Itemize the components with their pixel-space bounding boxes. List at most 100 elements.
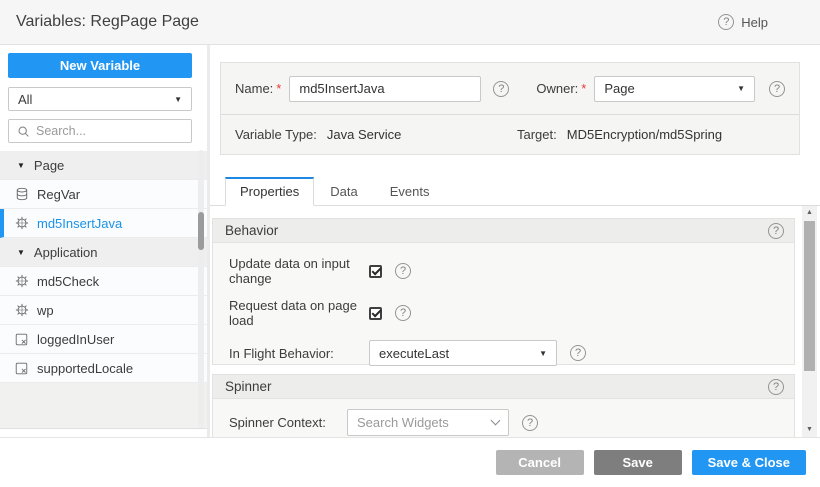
collapse-triangle-icon: ▼ — [17, 161, 25, 170]
sidebar-scrollbar-thumb[interactable] — [198, 212, 204, 250]
variable-detail-panel: Name: * ? Owner: * Page ▼ ? Variable Typ… — [210, 45, 820, 437]
name-label: Name: — [235, 81, 273, 96]
tree-group-application[interactable]: ▼ Application — [0, 238, 207, 267]
search-input[interactable] — [36, 124, 183, 138]
tab-events[interactable]: Events — [374, 178, 446, 205]
caret-down-icon: ▼ — [539, 349, 547, 358]
tree-item-label: RegVar — [37, 187, 80, 202]
target-value: MD5Encryption/md5Spring — [567, 127, 722, 142]
tree-group-label: Application — [34, 245, 98, 260]
behavior-section-body: Update data on input change ? Request da… — [212, 243, 795, 365]
request-on-load-help-icon[interactable]: ? — [395, 305, 411, 321]
variables-dialog: Variables: RegPage Page ? Help New Varia… — [0, 0, 820, 487]
in-flight-behavior-select[interactable]: executeLast ▼ — [369, 340, 557, 366]
tree-filler — [0, 383, 207, 429]
dialog-body: New Variable All ▼ ▼ Page — [0, 45, 820, 437]
caret-down-icon: ▼ — [174, 95, 182, 104]
java-service-variable-icon — [14, 274, 29, 288]
owner-value: Page — [604, 81, 634, 96]
spinner-context-row: Spinner Context: Search Widgets ? — [229, 409, 794, 436]
save-button[interactable]: Save — [594, 450, 682, 475]
tree-item-md5check[interactable]: md5Check — [0, 267, 207, 296]
static-variable-icon — [14, 362, 29, 375]
collapse-triangle-icon: ▼ — [17, 248, 25, 257]
spinner-section-header: Spinner ? — [212, 374, 795, 399]
scroll-down-icon[interactable]: ▼ — [806, 426, 813, 434]
in-flight-behavior-help-icon[interactable]: ? — [570, 345, 586, 361]
request-on-load-label: Request data on page load — [229, 298, 369, 328]
search-icon — [17, 125, 30, 138]
owner-label: Owner: — [536, 81, 578, 96]
variable-type-value: Java Service — [327, 127, 401, 142]
tree-item-supportedlocale[interactable]: supportedLocale — [0, 354, 207, 383]
content-scrollbar[interactable]: ▲ ▼ — [802, 206, 817, 437]
spinner-help-icon[interactable]: ? — [768, 379, 784, 395]
variable-meta-form: Name: * ? Owner: * Page ▼ ? Variable Typ… — [220, 62, 800, 155]
spinner-context-select[interactable]: Search Widgets — [347, 409, 509, 436]
variables-sidebar: New Variable All ▼ ▼ Page — [0, 45, 210, 437]
save-and-close-button[interactable]: Save & Close — [692, 450, 806, 475]
tab-data[interactable]: Data — [314, 178, 373, 205]
tab-properties[interactable]: Properties — [225, 177, 314, 206]
tree-group-label: Page — [34, 158, 64, 173]
tree-item-label: md5Check — [37, 274, 99, 289]
tree-item-label: md5InsertJava — [37, 216, 122, 231]
name-input[interactable] — [289, 76, 481, 102]
detail-tabs: Properties Data Events — [210, 177, 820, 206]
behavior-help-icon[interactable]: ? — [768, 223, 784, 239]
tree-item-wp[interactable]: wp — [0, 296, 207, 325]
target-label: Target: — [517, 127, 557, 142]
in-flight-behavior-value: executeLast — [379, 346, 449, 361]
update-on-input-help-icon[interactable]: ? — [395, 263, 411, 279]
variable-search — [8, 119, 192, 143]
behavior-section: Behavior ? Update data on input change ?… — [212, 218, 795, 365]
properties-tab-content: Behavior ? Update data on input change ?… — [210, 206, 820, 437]
meta-row-type-target: Variable Type: Java Service Target: MD5E… — [221, 115, 799, 154]
variable-type-group: Variable Type: Java Service — [235, 127, 517, 142]
request-on-load-row: Request data on page load ? — [229, 298, 794, 328]
tree-item-label: loggedInUser — [37, 332, 114, 347]
spinner-context-placeholder: Search Widgets — [357, 415, 449, 430]
request-on-load-checkbox[interactable] — [369, 307, 382, 320]
dialog-titlebar: Variables: RegPage Page ? Help — [0, 0, 820, 45]
update-on-input-label: Update data on input change — [229, 256, 369, 286]
in-flight-behavior-label: In Flight Behavior: — [229, 346, 369, 361]
behavior-section-title: Behavior — [225, 223, 278, 238]
new-variable-button[interactable]: New Variable — [8, 53, 192, 78]
tree-item-md5insertjava[interactable]: md5InsertJava — [0, 209, 207, 238]
variable-type-label: Variable Type: — [235, 127, 317, 142]
target-group: Target: MD5Encryption/md5Spring — [517, 127, 722, 142]
help-link[interactable]: ? Help — [718, 14, 768, 30]
in-flight-behavior-row: In Flight Behavior: executeLast ▼ ? — [229, 340, 794, 366]
scroll-up-icon[interactable]: ▲ — [806, 209, 813, 217]
sidebar-scrollbar[interactable] — [198, 150, 204, 428]
dialog-title: Variables: RegPage Page — [16, 13, 199, 31]
content-scrollbar-thumb[interactable] — [804, 221, 815, 371]
spinner-context-label: Spinner Context: — [229, 415, 347, 430]
tree-item-loggedinuser[interactable]: loggedInUser — [0, 325, 207, 354]
spinner-section-body: Spinner Context: Search Widgets ? — [212, 399, 795, 437]
cancel-button[interactable]: Cancel — [496, 450, 584, 475]
service-variable-icon — [14, 187, 29, 201]
tree-item-label: wp — [37, 303, 54, 318]
tree-item-label: supportedLocale — [37, 361, 133, 376]
owner-select[interactable]: Page ▼ — [594, 76, 755, 102]
tree-item-regvar[interactable]: RegVar — [0, 180, 207, 209]
variable-filter-value: All — [18, 92, 32, 107]
owner-help-icon[interactable]: ? — [769, 81, 785, 97]
dialog-footer: Cancel Save Save & Close — [0, 437, 820, 487]
update-on-input-checkbox[interactable] — [369, 265, 382, 278]
variable-filter-select[interactable]: All ▼ — [8, 87, 192, 111]
spinner-context-help-icon[interactable]: ? — [522, 415, 538, 431]
static-variable-icon — [14, 333, 29, 346]
tree-group-page[interactable]: ▼ Page — [0, 151, 207, 180]
spinner-section: Spinner ? Spinner Context: Search Widget… — [212, 374, 795, 437]
required-marker: * — [581, 81, 586, 96]
java-service-variable-icon — [14, 216, 29, 230]
chevron-down-icon — [491, 416, 501, 426]
update-on-input-row: Update data on input change ? — [229, 256, 794, 286]
variable-tree: ▼ Page RegVar — [0, 151, 207, 429]
meta-row-name-owner: Name: * ? Owner: * Page ▼ ? — [221, 63, 799, 115]
name-help-icon[interactable]: ? — [493, 81, 509, 97]
spinner-section-title: Spinner — [225, 379, 272, 394]
